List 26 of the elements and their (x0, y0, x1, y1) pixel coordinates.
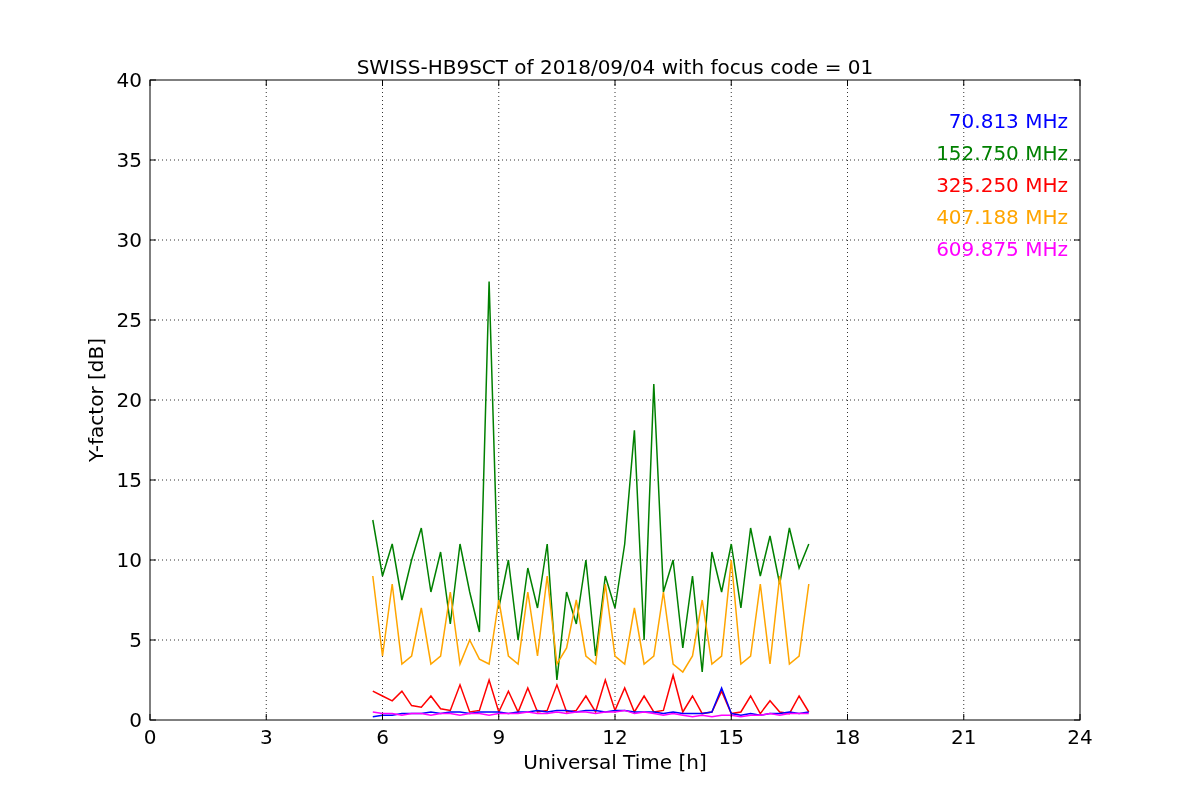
axis-label: Universal Time [h] (523, 750, 707, 774)
tick-label: 25 (116, 308, 142, 332)
tick-label: 15 (718, 725, 744, 749)
axis-label: Y-factor [dB] (84, 338, 108, 462)
tick-label: 35 (116, 148, 142, 172)
legend-label: 152.750 MHz (936, 141, 1068, 165)
legend-label: 609.875 MHz (936, 237, 1068, 261)
tick-label: 5 (129, 628, 142, 652)
tick-label: 15 (116, 468, 142, 492)
tick-label: 10 (116, 548, 142, 572)
tick-label: 0 (129, 708, 142, 732)
chart-title: SWISS-HB9SCT of 2018/09/04 with focus code = 01 (356, 55, 874, 79)
tick-label: 40 (116, 68, 142, 92)
tick-label: 18 (834, 725, 861, 749)
legend-label: 70.813 MHz (948, 109, 1068, 133)
legend-label: 407.188 MHz (936, 205, 1068, 229)
tick-label: 24 (1067, 725, 1093, 749)
legend-label: 325.250 MHz (936, 173, 1068, 197)
tick-label: 3 (259, 725, 273, 749)
tick-label: 20 (116, 388, 142, 412)
tick-label: 30 (116, 228, 142, 252)
tick-label: 9 (492, 725, 506, 749)
tick-label: 21 (951, 725, 977, 749)
tick-label: 6 (376, 725, 389, 749)
tick-label: 12 (602, 725, 628, 749)
tick-label: 0 (143, 725, 157, 749)
